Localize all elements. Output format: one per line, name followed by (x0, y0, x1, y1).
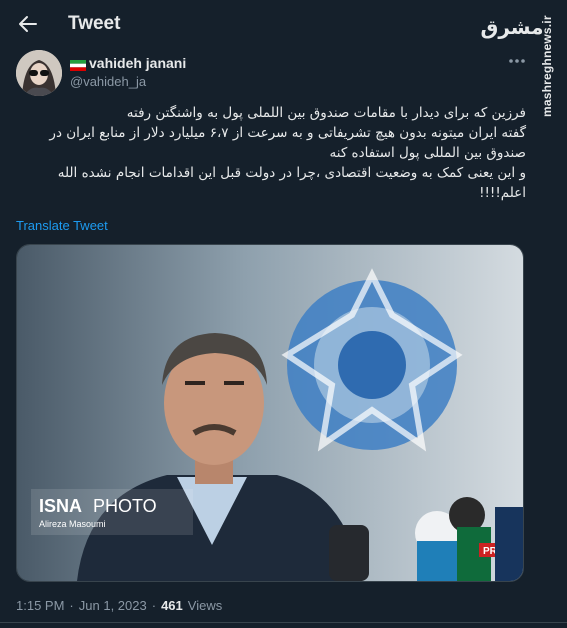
tweet-meta: 1:15 PM · Jun 1, 2023 · 461 Views (16, 598, 222, 613)
views-count: 461 (161, 598, 183, 613)
divider (0, 622, 567, 623)
header-bar: Tweet مشرق mashreghnews.ir (0, 0, 567, 117)
views-label: Views (187, 598, 223, 613)
photographer-name: Alireza Masoumi (39, 519, 106, 529)
author-handle[interactable]: @vahideh_ja (70, 74, 146, 89)
watermark-site-text: mashreghnews.ir (540, 15, 554, 117)
avatar[interactable] (16, 50, 62, 96)
photo-credit-brand: ISNA (39, 496, 82, 516)
author-display-name[interactable]: vahideh janani (89, 55, 186, 71)
translate-tweet-link[interactable]: Translate Tweet (16, 218, 108, 233)
tweet-time[interactable]: 1:15 PM (16, 598, 64, 613)
meta-separator: · (151, 598, 157, 613)
iran-flag-icon (70, 58, 86, 71)
back-arrow-icon[interactable] (16, 12, 40, 36)
page-title: Tweet (68, 13, 121, 34)
tweet-date[interactable]: Jun 1, 2023 (79, 598, 147, 613)
more-options-icon[interactable] (508, 54, 526, 68)
tweet-text: فرزین که برای دیدار با مقامات صندوق بین … (49, 105, 526, 201)
watermark-logo: مشرق (480, 15, 544, 39)
author-name-row[interactable]: vahideh janani (70, 55, 186, 71)
tweet-photo[interactable]: PRESS ISNA PHOTO Alireza Masoumi (16, 244, 524, 582)
meta-separator: · (69, 598, 74, 613)
photo-credit-word: PHOTO (93, 496, 157, 516)
